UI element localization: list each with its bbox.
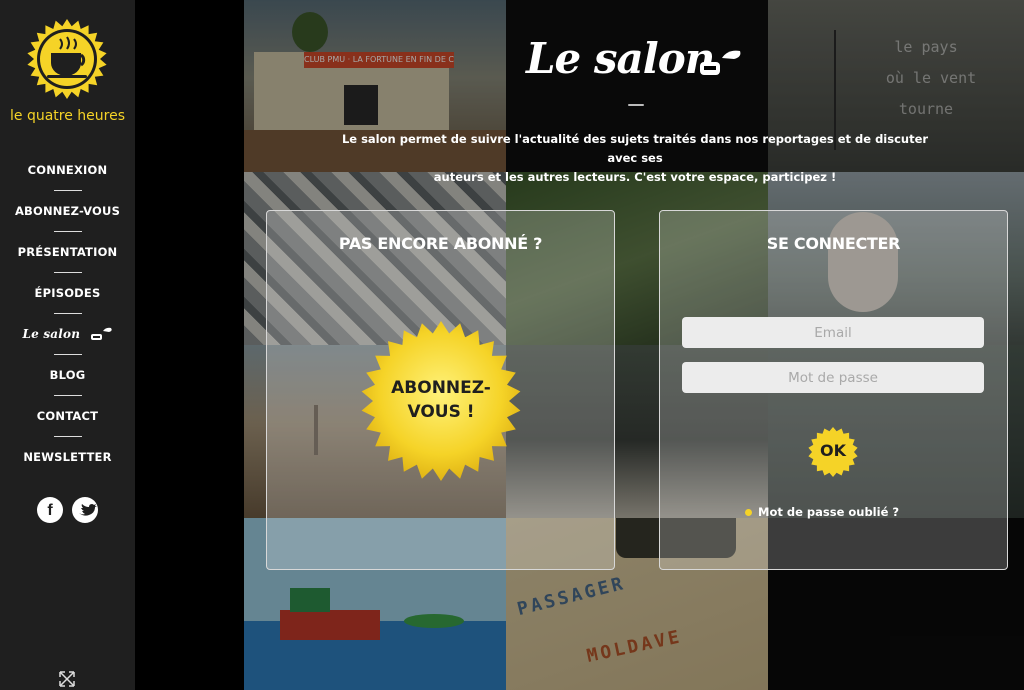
nav-divider xyxy=(53,354,82,355)
subscribe-panel-title: PAS ENCORE ABONNÉ ? xyxy=(338,234,543,253)
nav-divider xyxy=(53,313,82,314)
nav-item-connexion[interactable]: CONNEXION xyxy=(0,160,135,180)
title-divider xyxy=(628,104,644,106)
main-nav: CONNEXION ABONNEZ-VOUS PRÉSENTATION ÉPIS… xyxy=(0,160,135,467)
coffee-cup-logo-icon[interactable] xyxy=(27,17,107,102)
map-word: PASSAGER xyxy=(515,572,628,621)
nav-item-blog[interactable]: BLOG xyxy=(0,365,135,385)
nav-item-contact[interactable]: CONTACT xyxy=(0,406,135,426)
tile-text-line: où le vent xyxy=(885,69,977,87)
facebook-icon[interactable]: f xyxy=(37,497,63,523)
tile-text-line: tourne xyxy=(898,100,954,118)
sofa-icon xyxy=(700,50,741,75)
brand-name[interactable]: le quatre heures xyxy=(0,108,135,124)
nav-item-le-salon[interactable]: Le salon xyxy=(0,324,135,344)
twitter-icon[interactable] xyxy=(72,497,98,523)
sidebar: le quatre heures CONNEXION ABONNEZ-VOUS … xyxy=(0,0,135,690)
page-title: Le salon xyxy=(526,34,715,83)
login-submit-label: OK xyxy=(820,441,846,460)
login-panel-title: SE CONNECTER xyxy=(766,234,901,253)
nav-item-episodes[interactable]: ÉPISODES xyxy=(0,283,135,303)
sofa-icon xyxy=(90,327,112,340)
subscribe-label-line: ABONNEZ- xyxy=(391,378,491,398)
forgot-password-label: Mot de passe oublié ? xyxy=(758,505,900,519)
nav-divider xyxy=(53,395,82,396)
nav-item-label: Le salon xyxy=(22,327,81,341)
login-panel: SE CONNECTER OK Mot de passe oublié ? xyxy=(659,210,1008,570)
login-submit-button[interactable]: OK xyxy=(807,426,859,478)
tile-text-line: le pays xyxy=(894,38,958,56)
nav-divider xyxy=(53,190,82,191)
map-word: MOLDAVE xyxy=(584,626,684,667)
nav-divider xyxy=(53,272,82,273)
twitter-bird-glyph xyxy=(79,504,97,516)
nav-divider xyxy=(53,436,82,437)
subscribe-panel: PAS ENCORE ABONNÉ ? ABONNEZ- VOUS ! xyxy=(266,210,615,570)
description-line: Le salon permet de suivre l'actualité de… xyxy=(341,132,929,165)
password-field[interactable] xyxy=(682,362,984,393)
shop-sign: CLUB PMU · LA FORTUNE EN FIN DE COURSE xyxy=(304,52,454,68)
fullscreen-expand-icon[interactable] xyxy=(58,670,76,688)
nav-item-presentation[interactable]: PRÉSENTATION xyxy=(0,242,135,262)
subscribe-button[interactable]: ABONNEZ- VOUS ! xyxy=(359,319,523,483)
social-links: f xyxy=(36,497,100,525)
subscribe-button-label: ABONNEZ- VOUS ! xyxy=(359,376,523,424)
description-line: auteurs et les autres lecteurs. C'est vo… xyxy=(433,170,837,184)
nav-item-abonnez-vous[interactable]: ABONNEZ-VOUS xyxy=(0,201,135,221)
subscribe-label-line: VOUS ! xyxy=(407,402,475,422)
forgot-password-link[interactable]: Mot de passe oublié ? xyxy=(745,505,900,519)
email-field[interactable] xyxy=(682,317,984,348)
nav-item-newsletter[interactable]: NEWSLETTER xyxy=(0,447,135,467)
bullet-dot-icon xyxy=(745,509,752,516)
page-description: Le salon permet de suivre l'actualité de… xyxy=(330,130,940,187)
nav-divider xyxy=(53,231,82,232)
